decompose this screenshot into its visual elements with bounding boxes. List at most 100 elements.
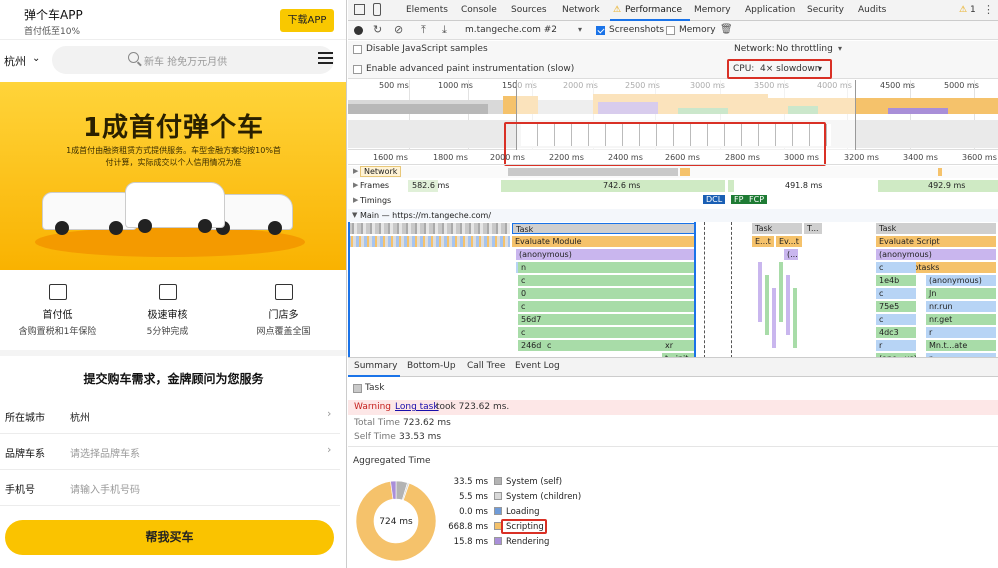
fp-marker[interactable]: FP xyxy=(731,195,747,204)
devtools-tabbar: Elements Console Sources Network ⚠ Perfo… xyxy=(348,0,998,21)
flame-block[interactable]: Task xyxy=(876,223,996,234)
legend-swatch xyxy=(494,537,502,545)
device-toolbar-icon[interactable] xyxy=(373,3,381,16)
reload-icon[interactable]: ↻ xyxy=(373,23,382,36)
flame-block[interactable]: (... xyxy=(784,249,798,260)
trash-icon[interactable]: 🗑 xyxy=(720,24,733,35)
chevron-right-icon: › xyxy=(327,407,332,420)
flame-block[interactable]: c xyxy=(518,275,694,286)
fcp-marker[interactable]: FCP xyxy=(746,195,768,204)
flame-block[interactable]: Jn xyxy=(926,288,996,299)
search-row: 杭州 ⌄ 新车 抢免万元月供 xyxy=(0,40,346,82)
flame-block[interactable]: 75e5 xyxy=(876,301,916,312)
flame-chart[interactable]: Task Evaluate Module (anonymous) (anonymous… xyxy=(348,222,998,358)
tab-console[interactable]: Console xyxy=(461,5,497,15)
tab-application[interactable]: Application xyxy=(745,5,795,15)
flame-block[interactable]: r xyxy=(876,340,916,351)
brand-series-field[interactable]: 品牌车系 请选择品牌车系 › xyxy=(0,434,340,470)
task-block-selected[interactable]: Task xyxy=(512,223,696,234)
clear-icon[interactable]: ⊘ xyxy=(394,23,403,36)
flame-block[interactable]: Evaluate Script xyxy=(876,236,996,247)
chevron-down-icon: ▾ xyxy=(578,25,583,34)
feature-low-downpayment: 首付低 含购置税和1年保险 xyxy=(0,280,115,337)
flame-block[interactable]: r xyxy=(926,327,996,338)
menu-icon[interactable] xyxy=(318,52,333,64)
flame-block[interactable]: c xyxy=(518,301,694,312)
scripting-highlight-box xyxy=(501,519,547,534)
flame-block[interactable]: c xyxy=(876,314,916,325)
flame-block[interactable]: 0 xyxy=(518,288,694,299)
inspect-element-icon[interactable] xyxy=(354,4,365,15)
self-time-value: 33.53 ms xyxy=(399,432,442,442)
flame-block[interactable]: Mn.t...ate xyxy=(926,340,996,351)
download-icon[interactable]: ⤓ xyxy=(442,23,447,37)
flame-block[interactable]: c xyxy=(544,340,604,351)
flame-block[interactable]: (anonymous) xyxy=(926,275,996,286)
flame-block[interactable]: E...t xyxy=(752,236,774,247)
help-me-buy-button[interactable]: 帮我买车 xyxy=(5,520,334,555)
phone-field[interactable]: 手机号 请输入手机号码 xyxy=(0,470,340,506)
flame-block[interactable]: Ev...t xyxy=(776,236,802,247)
store-icon xyxy=(274,284,293,300)
screenshots-checkbox[interactable] xyxy=(596,26,605,35)
network-throttle-select[interactable]: No throttling xyxy=(776,44,833,54)
flame-block[interactable]: nr.run xyxy=(926,301,996,312)
flame-block[interactable]: (anonymous) xyxy=(876,249,996,260)
tab-performance[interactable]: Performance xyxy=(625,5,682,15)
flame-block[interactable]: c xyxy=(876,288,916,299)
tab-call-tree[interactable]: Call Tree xyxy=(467,361,505,371)
city-field[interactable]: 所在城市 杭州 › xyxy=(0,398,340,434)
flame-block[interactable]: c xyxy=(876,262,916,273)
tab-event-log[interactable]: Event Log xyxy=(515,361,560,371)
disable-js-samples-checkbox[interactable] xyxy=(353,45,362,54)
divider xyxy=(0,350,346,356)
main-thread-header[interactable]: ▼ Main — https://m.tangeche.com/ xyxy=(348,209,998,222)
flame-block[interactable]: xr xyxy=(662,340,696,351)
warning-count-icon[interactable]: ⚠ 1 xyxy=(959,5,976,15)
timings-track[interactable]: ▶ Timings DCL FP FCP xyxy=(348,194,998,208)
search-input[interactable]: 新车 抢免万元月供 xyxy=(52,46,334,74)
record-icon[interactable] xyxy=(354,26,363,35)
flame-block[interactable]: T... xyxy=(804,223,822,234)
flame-block[interactable]: Evaluate Module xyxy=(512,236,696,247)
checklist-icon xyxy=(158,284,177,300)
ruler-tick: 2800 ms xyxy=(725,153,760,162)
flame-block[interactable]: n xyxy=(518,262,694,273)
flame-block[interactable]: nr.get xyxy=(926,314,996,325)
aggregated-legend-row: 33.5 ms System (self) xyxy=(453,477,563,487)
tab-network[interactable]: Network xyxy=(562,5,600,15)
form-title: 提交购车需求，金牌顾问为您服务 xyxy=(83,372,264,386)
flame-block[interactable]: 4dc3 xyxy=(876,327,916,338)
flame-block[interactable]: c xyxy=(518,327,694,338)
more-menu-icon[interactable]: ⋮ xyxy=(983,3,994,16)
active-subtab-indicator xyxy=(348,375,400,377)
flame-block xyxy=(779,262,783,322)
network-track[interactable]: ▶ Network xyxy=(348,166,998,178)
flame-block[interactable]: Task xyxy=(752,223,802,234)
advanced-paint-checkbox[interactable] xyxy=(353,65,362,74)
tab-memory[interactable]: Memory xyxy=(694,5,731,15)
aggregated-donut-chart: 724 ms xyxy=(355,480,437,562)
promo-banner[interactable]: 1成首付弹个车 1成首付由融资租赁方式提供服务。车型金融方案均按10%首 付计算… xyxy=(0,82,346,270)
upload-icon[interactable]: ⤒ xyxy=(421,23,426,37)
tab-audits[interactable]: Audits xyxy=(858,5,886,15)
flame-block[interactable]: (anonymous) xyxy=(516,249,696,260)
download-app-button[interactable]: 下载APP xyxy=(280,9,334,32)
tab-sources[interactable]: Sources xyxy=(511,5,547,15)
flame-block[interactable]: 56d7 xyxy=(518,314,694,325)
cpu-highlight-box xyxy=(727,59,832,79)
donut-total: 724 ms xyxy=(379,517,413,527)
tab-security[interactable]: Security xyxy=(807,5,844,15)
memory-checkbox[interactable] xyxy=(666,26,675,35)
ruler-tick: 3600 ms xyxy=(962,153,997,162)
frames-track[interactable]: ▶ Frames 582.6 ms 742.6 ms 491.8 ms 492.… xyxy=(348,179,998,193)
target-select[interactable]: m.tangeche.com #2 xyxy=(465,25,557,35)
long-task-link[interactable]: Long task xyxy=(395,402,439,412)
tab-elements[interactable]: Elements xyxy=(406,5,448,15)
dcl-marker[interactable]: DCL xyxy=(703,195,726,204)
city-selector[interactable]: 杭州 xyxy=(4,53,26,69)
tab-bottom-up[interactable]: Bottom-Up xyxy=(407,361,456,371)
feature-many-stores: 门店多 网点覆盖全国 xyxy=(226,280,341,337)
tab-summary[interactable]: Summary xyxy=(354,361,398,371)
flame-block[interactable]: 1e4b xyxy=(876,275,916,286)
